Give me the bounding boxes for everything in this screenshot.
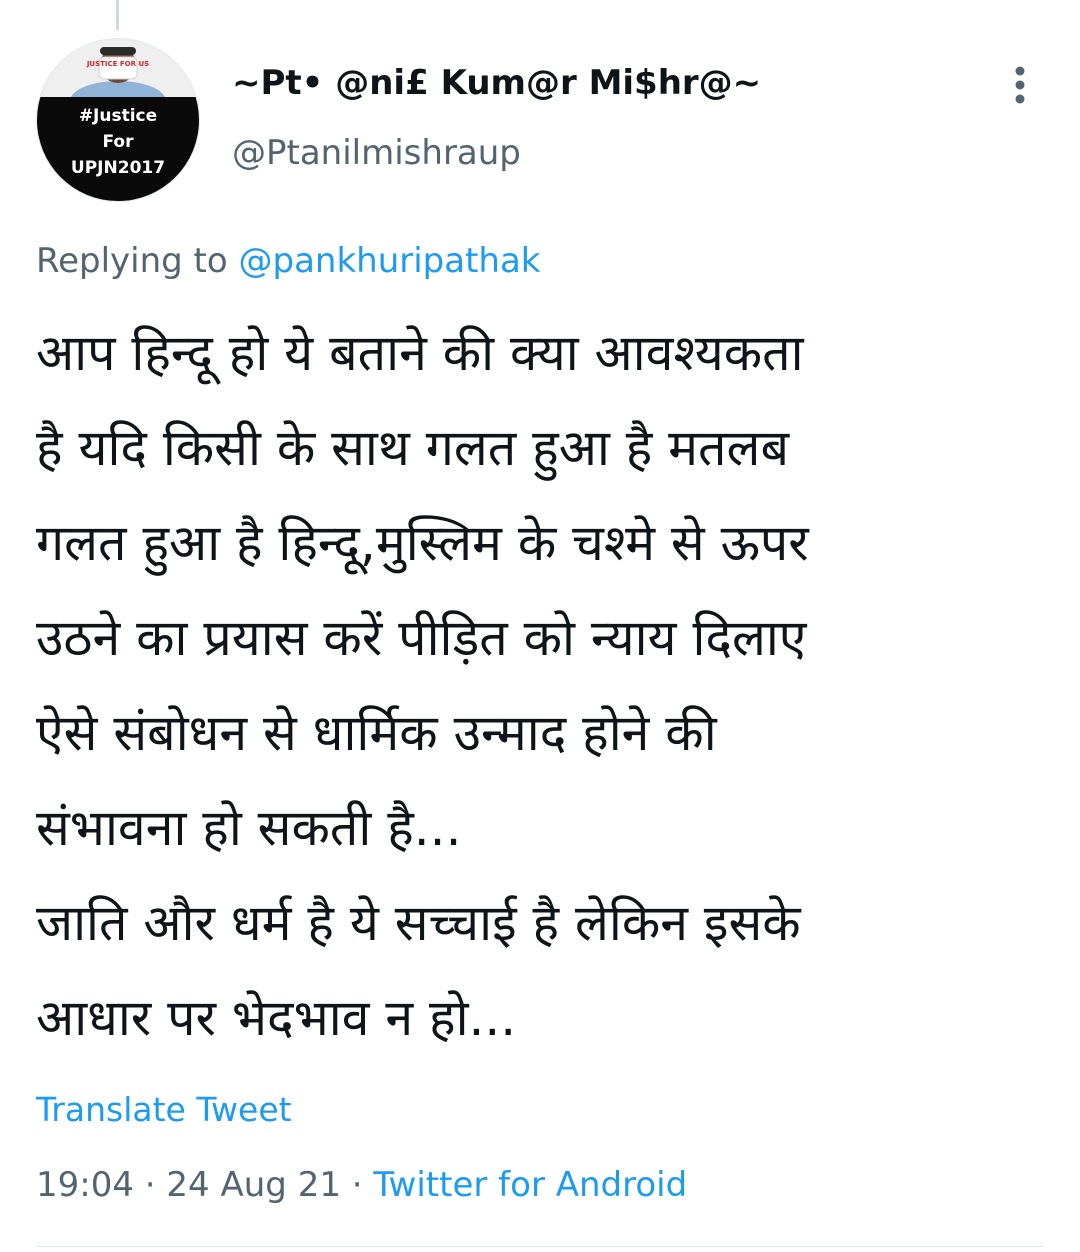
meta-separator: ·	[340, 1165, 374, 1205]
avatar[interactable]: JUSTICE FOR US #Justice For UPJN2017	[36, 38, 200, 202]
tweet-text: आप हिन्दू हो ये बताने की क्या आवश्यकता ह…	[36, 306, 1046, 1066]
thread-connector-line	[116, 0, 119, 30]
tweet-text-line: है यदि किसी के साथ गलत हुआ है मतलब	[36, 419, 789, 477]
tweet-text-line: ऐसे संबोधन से धार्मिक उन्माद होने की	[36, 704, 717, 762]
meta-separator: ·	[133, 1165, 167, 1205]
tweet-time[interactable]: 19:04	[36, 1165, 134, 1205]
avatar-banner-line-3: UPJN2017	[70, 158, 166, 178]
reply-mention-link[interactable]: @pankhuripathak	[239, 241, 541, 281]
divider	[36, 1246, 1044, 1247]
more-vertical-icon	[1015, 66, 1025, 104]
replying-to-label: Replying to	[36, 241, 239, 281]
translate-tweet-link[interactable]: Translate Tweet	[36, 1086, 292, 1134]
tweet-text-line: जाति और धर्म है ये सच्चाई है लेकिन इसके	[36, 894, 801, 952]
author-handle[interactable]: @Ptanilmishraup	[232, 128, 521, 178]
tweet-text-line: आप हिन्दू हो ये बताने की क्या आवश्यकता	[36, 324, 804, 382]
tweet-text-line: संभावना हो सकती है...	[36, 799, 462, 857]
tweet-text-line: उठने का प्रयास करें पीड़ित को न्याय दिला…	[36, 609, 807, 667]
avatar-banner: #Justice For UPJN2017	[37, 97, 199, 201]
tweet-date[interactable]: 24 Aug 21	[166, 1165, 341, 1205]
tweet-source-link[interactable]: Twitter for Android	[373, 1165, 687, 1205]
tweet-text-line: आधार पर भेदभाव न हो...	[36, 989, 517, 1047]
tweet-text-line: गलत हुआ है हिन्दू,मुस्लिम के चश्मे से ऊप…	[36, 514, 809, 572]
avatar-banner-line-2: For	[102, 132, 134, 152]
avatar-banner-line-1: #Justice	[78, 106, 158, 126]
tweet-meta: 19:04 · 24 Aug 21 · Twitter for Android	[36, 1160, 687, 1210]
replying-to: Replying to @pankhuripathak	[36, 236, 541, 286]
avatar-badge-text: JUSTICE FOR US	[86, 60, 149, 68]
author-display-name[interactable]: ~Pt• @ni£ Kum@r Mi$hr@~	[232, 58, 761, 108]
more-options-button[interactable]	[1000, 60, 1040, 110]
